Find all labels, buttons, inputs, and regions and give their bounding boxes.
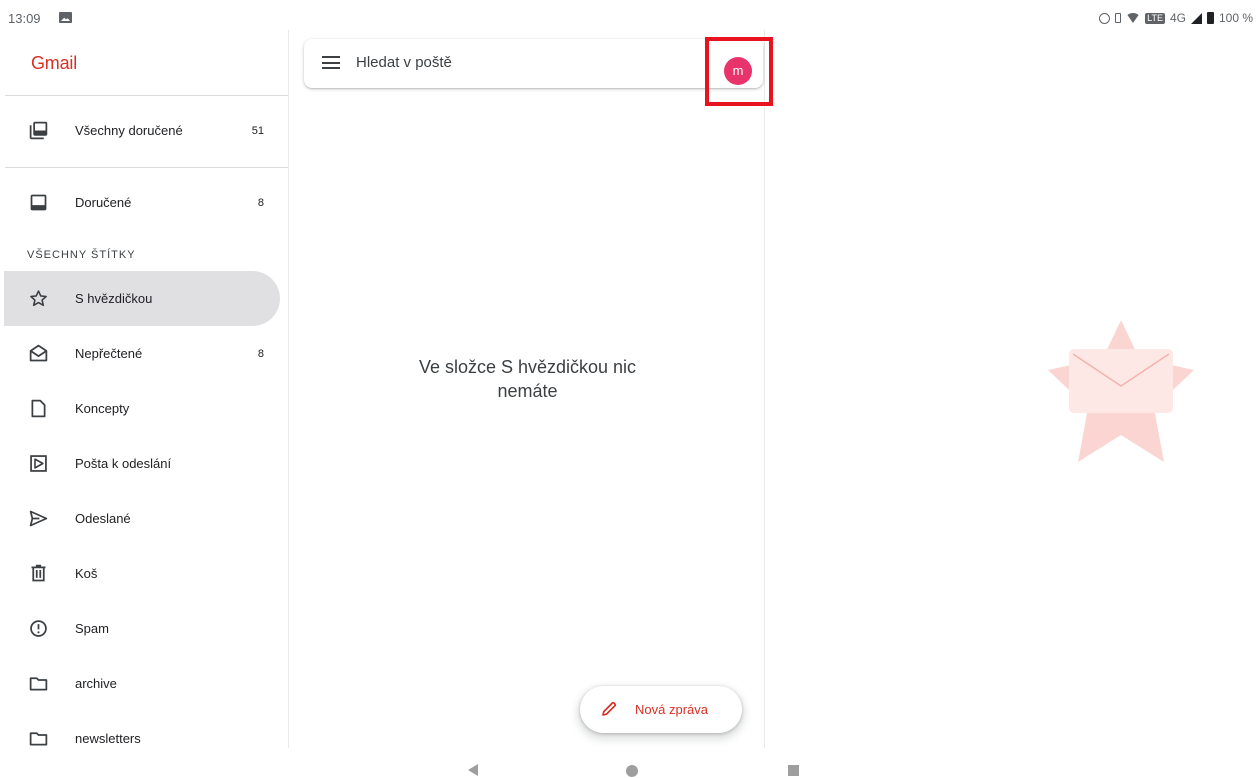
alarm-icon [1099,12,1111,24]
drawer-item-count: 8 [257,347,264,360]
back-icon[interactable] [468,764,478,776]
drawer-item-label: Doručené [75,195,132,210]
home-icon[interactable] [626,765,638,777]
navigation-drawer: Gmail Všechny doručené 51 Doručené 8 VŠE… [0,30,288,748]
signal-icon [1190,12,1202,24]
all-inboxes-icon [29,121,48,140]
drawer-item-spam[interactable]: Spam [4,601,280,656]
starred-empty-illustration [1048,320,1194,462]
gmail-logo: Gmail [31,53,78,73]
drawer-item-label: S hvězdičkou [75,291,153,306]
drawer-item-label: Spam [75,621,109,636]
status-bar: 13:09 LTE 4G 100 % [0,0,1259,30]
battery-icon [1206,12,1214,24]
status-time: 13:09 [8,11,41,26]
folder-icon [29,677,48,691]
drawer-item-starred[interactable]: S hvězdičkou [4,271,280,326]
recent-apps-icon[interactable] [788,765,799,776]
account-avatar[interactable]: m [724,57,752,85]
star-icon [30,290,47,307]
drawer-item-count: 51 [251,124,264,137]
drawer-item-sent[interactable]: Odeslané [4,491,280,546]
drawer-item-label: newsletters [75,731,141,746]
folder-icon [29,732,48,746]
drawer-item-label: Odeslané [75,511,131,526]
spam-icon [30,620,47,637]
trash-icon [31,564,46,582]
labels-section-title: VŠECHNY ŠTÍTKY [27,249,136,261]
battery-level: 100 % [1218,11,1253,25]
pencil-icon [602,701,617,716]
drawer-item-label: Koncepty [75,401,130,416]
draft-icon [31,399,46,418]
message-list-pane: Hledat v poště m Ve složce S hvězdičkou … [288,30,773,748]
search-placeholder[interactable]: Hledat v poště [356,54,452,71]
search-bar[interactable]: Hledat v poště m [304,37,773,106]
drawer-item-drafts[interactable]: Koncepty [4,381,280,436]
avatar-highlight-frame: m [705,37,773,106]
drawer-item-archive[interactable]: archive [4,656,280,711]
image-notification-icon [59,12,72,23]
drawer-item-label: Pošta k odeslání [75,456,172,471]
empty-state-line: nemáte [497,381,558,401]
lte-badge: LTE [1145,12,1165,24]
drawer-item-label: Nepřečtené [75,346,143,361]
vibrate-icon [1115,13,1122,23]
drawer-item-count: 8 [257,196,264,209]
drawer-item-label: Koš [75,566,98,581]
wifi-icon [1126,13,1141,23]
compose-button[interactable]: Nová zpráva [580,686,742,733]
status-icons: LTE 4G 100 % [1099,11,1253,25]
drawer-item-outbox[interactable]: Pošta k odeslání [4,436,280,491]
divider [5,167,288,168]
divider [5,95,288,96]
system-navigation-bar [0,748,1259,778]
drawer-item-label: Všechny doručené [75,123,183,138]
unread-mail-icon [29,344,48,362]
drawer-item-unread[interactable]: Nepřečtené 8 [4,326,280,381]
compose-label: Nová zpráva [635,702,708,717]
drawer-item-inbox[interactable]: Doručené 8 [4,175,280,230]
drawer-item-trash[interactable]: Koš [4,546,280,601]
send-icon [29,510,48,527]
menu-icon[interactable] [322,56,340,69]
empty-state-message: Ve složce S hvězdičkou nic nemáte [289,355,766,403]
inbox-icon [30,194,47,211]
drawer-item-label: archive [75,676,117,691]
network-type: 4G [1169,11,1186,25]
empty-state-line: Ve složce S hvězdičkou nic [418,357,637,377]
drawer-item-all-inboxes[interactable]: Všechny doručené 51 [4,103,280,158]
outbox-icon [30,455,47,472]
